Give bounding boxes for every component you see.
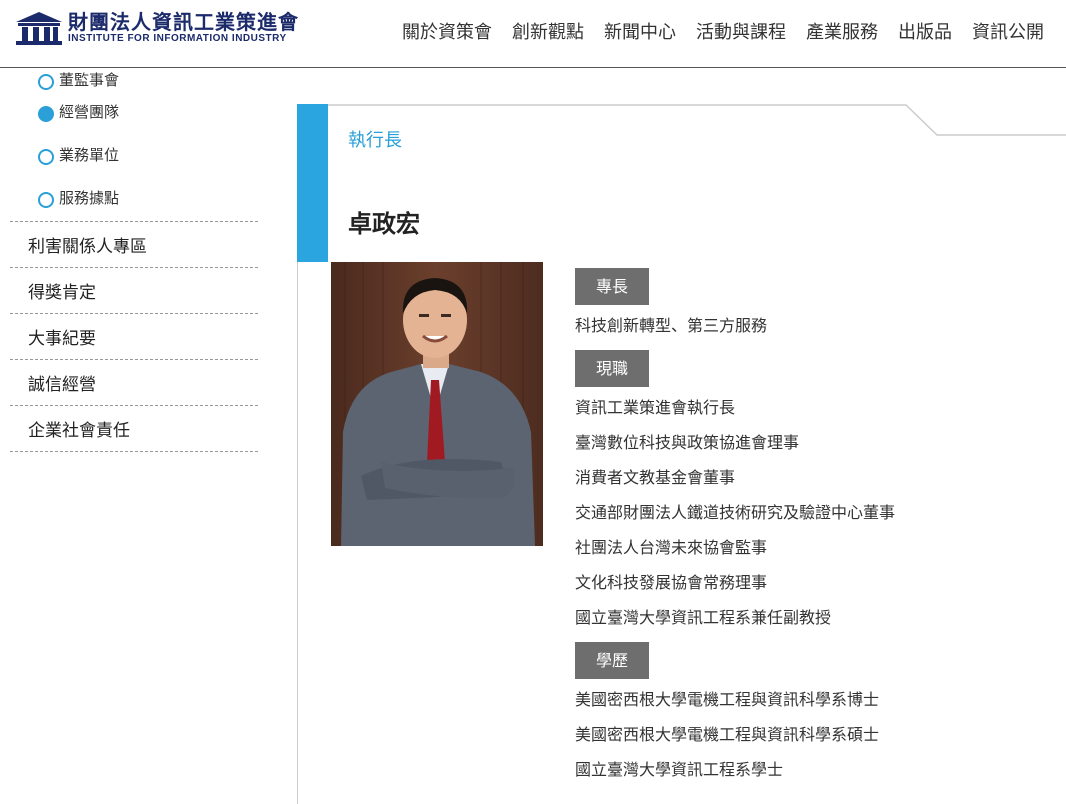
title-tab-outline — [328, 104, 1066, 136]
section-current-positions: 現職 資訊工業策進會執行長 臺灣數位科技與政策協進會理事 消費者文教基金會董事 … — [575, 350, 1045, 635]
detail-line: 科技創新轉型、第三方服務 — [575, 316, 768, 335]
nav-publications[interactable]: 出版品 — [888, 20, 962, 46]
position-title: 執行長 — [348, 130, 402, 151]
nav-services[interactable]: 產業服務 — [796, 20, 888, 46]
sidebar-item-units[interactable]: 業務單位 — [10, 133, 258, 176]
logo-building-icon — [14, 10, 64, 46]
logo-english-name: INSTITUTE FOR INFORMATION INDUSTRY — [68, 33, 287, 44]
sidebar-item-management[interactable]: 經營團隊 — [10, 90, 258, 133]
content-divider — [297, 262, 298, 804]
sidebar-sub-list: 董監事會 經營團隊 業務單位 服務據點 — [10, 68, 258, 222]
detail-line: 臺灣數位科技與政策協進會理事 — [575, 433, 800, 452]
section-label: 專長 — [575, 268, 650, 305]
sidebar-item-stakeholders[interactable]: 利害關係人專區 — [10, 222, 258, 268]
nav-insights[interactable]: 創新觀點 — [502, 20, 594, 46]
section-education: 學歷 美國密西根大學電機工程與資訊科學系博士 美國密西根大學電機工程與資訊科學系… — [575, 642, 1045, 787]
sidebar-item-label: 經營團隊 — [59, 103, 120, 121]
detail-line: 社團法人台灣未來協會監事 — [575, 538, 768, 557]
person-name: 卓政宏 — [348, 210, 420, 238]
nav-about[interactable]: 關於資策會 — [392, 20, 502, 46]
logo-chinese-name: 財團法人資訊工業策進會 — [68, 10, 299, 34]
sidebar-item-label: 董監事會 — [59, 71, 120, 89]
nav-disclosure[interactable]: 資訊公開 — [962, 20, 1054, 46]
sidebar-item-locations[interactable]: 服務據點 — [10, 176, 258, 219]
sidebar-item-label: 服務據點 — [59, 189, 120, 207]
detail-line: 文化科技發展協會常務理事 — [575, 573, 768, 592]
detail-line: 交通部財團法人鐵道技術研究及驗證中心董事 — [575, 503, 896, 522]
sidebar-item-csr[interactable]: 企業社會責任 — [10, 406, 258, 452]
nav-events[interactable]: 活動與課程 — [686, 20, 796, 46]
profile-details: 專長 科技創新轉型、第三方服務 現職 資訊工業策進會執行長 臺灣數位科技與政策協… — [575, 268, 1045, 794]
main-nav: 關於資策會 創新觀點 新聞中心 活動與課程 產業服務 出版品 資訊公開 — [392, 20, 1054, 46]
radio-selected-icon — [38, 105, 54, 122]
site-logo[interactable]: 財團法人資訊工業策進會 INSTITUTE FOR INFORMATION IN… — [14, 8, 304, 48]
detail-line: 國立臺灣大學資訊工程系學士 — [575, 760, 784, 779]
main-content: 執行長 卓政宏 — [297, 104, 1066, 262]
sidebar-item-milestones[interactable]: 大事紀要 — [10, 314, 258, 360]
sidebar: 董監事會 經營團隊 業務單位 服務據點 利害關係人專區 得獎肯定 大事紀要 誠信… — [10, 68, 258, 452]
radio-icon — [38, 191, 54, 208]
accent-bar — [297, 104, 328, 262]
portrait-photo — [331, 262, 543, 546]
radio-icon — [38, 74, 54, 90]
title-panel: 執行長 卓政宏 — [297, 104, 1066, 262]
section-label: 現職 — [575, 350, 650, 387]
sidebar-item-board[interactable]: 董監事會 — [10, 68, 258, 90]
section-expertise: 專長 科技創新轉型、第三方服務 — [575, 268, 1045, 343]
section-label: 學歷 — [575, 642, 650, 679]
radio-icon — [38, 148, 54, 165]
detail-line: 消費者文教基金會董事 — [575, 468, 736, 487]
site-header: 財團法人資訊工業策進會 INSTITUTE FOR INFORMATION IN… — [0, 0, 1066, 68]
detail-line: 資訊工業策進會執行長 — [575, 398, 736, 417]
detail-line: 美國密西根大學電機工程與資訊科學系博士 — [575, 690, 880, 709]
sidebar-item-integrity[interactable]: 誠信經營 — [10, 360, 258, 406]
sidebar-item-awards[interactable]: 得獎肯定 — [10, 268, 258, 314]
nav-news[interactable]: 新聞中心 — [594, 20, 686, 46]
sidebar-item-label: 業務單位 — [59, 146, 120, 164]
detail-line: 國立臺灣大學資訊工程系兼任副教授 — [575, 608, 832, 627]
detail-line: 美國密西根大學電機工程與資訊科學系碩士 — [575, 725, 880, 744]
